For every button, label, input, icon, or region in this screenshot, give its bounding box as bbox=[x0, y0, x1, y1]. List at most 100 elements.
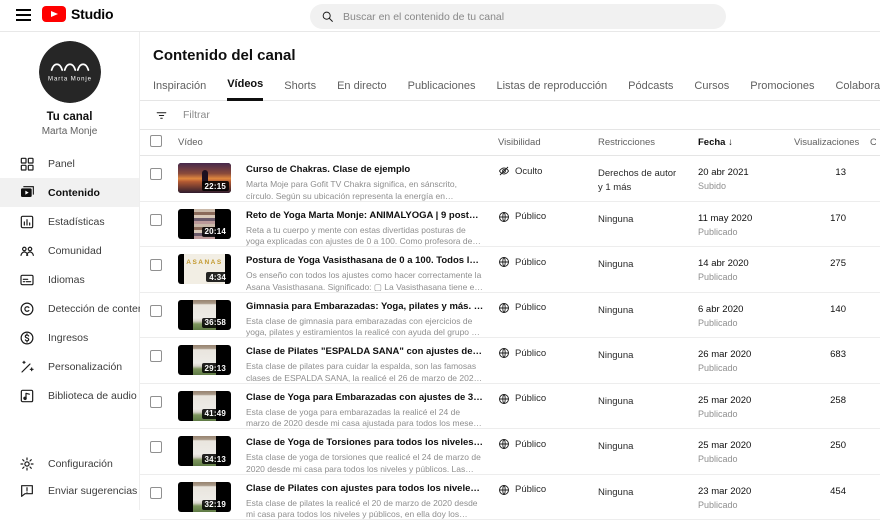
sidebar-item-ingresos[interactable]: Ingresos bbox=[0, 323, 139, 352]
globe-icon bbox=[498, 211, 510, 223]
select-all-checkbox[interactable] bbox=[150, 135, 162, 147]
video-description: Os enseño con todos los ajustes como hac… bbox=[246, 270, 484, 294]
search-bar[interactable] bbox=[310, 4, 726, 29]
sidebar-item-biblioteca-de-audio[interactable]: Biblioteca de audio bbox=[0, 381, 139, 410]
video-title[interactable]: Postura de Yoga Vasisthasana de 0 a 100.… bbox=[246, 255, 484, 266]
tab-inspiracion[interactable]: Inspiración bbox=[153, 80, 206, 100]
copyright-icon bbox=[19, 301, 35, 317]
row-checkbox[interactable] bbox=[150, 350, 162, 362]
video-thumbnail[interactable]: 20:14 bbox=[178, 209, 231, 239]
sidebar-item-contenido[interactable]: Contenido bbox=[0, 178, 139, 207]
video-thumbnail[interactable]: 36:58 bbox=[178, 300, 231, 330]
tab-cursos[interactable]: Cursos bbox=[694, 80, 729, 100]
video-duration: 22:15 bbox=[202, 181, 229, 191]
row-checkbox[interactable] bbox=[150, 305, 162, 317]
date-status: Subido bbox=[698, 181, 794, 191]
table-row[interactable]: ASANAS 4:34 Postura de Yoga Vasisthasana… bbox=[140, 247, 880, 293]
table-row[interactable]: 22:15 Curso de Chakras. Clase de ejemplo… bbox=[140, 156, 880, 202]
globe-icon bbox=[498, 302, 510, 314]
svg-text:Marta Monje: Marta Monje bbox=[47, 77, 91, 83]
filter-bar[interactable] bbox=[140, 101, 880, 130]
sidebar-item-estadisticas[interactable]: Estadísticas bbox=[0, 207, 139, 236]
video-thumbnail[interactable]: 34:13 bbox=[178, 436, 231, 466]
video-title[interactable]: Gimnasia para Embarazadas: Yoga, pilates… bbox=[246, 301, 484, 312]
table-row[interactable]: 20:14 Reto de Yoga Marta Monje: ANIMALYO… bbox=[140, 202, 880, 248]
date-value: 25 mar 2020 bbox=[698, 395, 794, 406]
tab-listas-de-reproduccion[interactable]: Listas de reproducción bbox=[496, 80, 607, 100]
sidebar-item-idiomas[interactable]: Idiomas bbox=[0, 265, 139, 294]
tab-publicaciones[interactable]: Publicaciones bbox=[408, 80, 476, 100]
video-title[interactable]: Clase de Yoga de Torsiones para todos lo… bbox=[246, 437, 484, 448]
date-status: Publicado bbox=[698, 454, 794, 464]
sidebar-item-panel[interactable]: Panel bbox=[0, 149, 139, 178]
video-title[interactable]: Curso de Chakras. Clase de ejemplo bbox=[246, 164, 484, 175]
channel-avatar[interactable]: Marta Monje bbox=[39, 41, 101, 103]
tab-promociones[interactable]: Promociones bbox=[750, 80, 814, 100]
globe-icon bbox=[498, 256, 510, 268]
column-video: Vídeo bbox=[178, 137, 498, 148]
video-thumbnail[interactable]: 29:13 bbox=[178, 345, 231, 375]
table-row[interactable]: 29:13 Clase de Pilates "ESPALDA SANA" co… bbox=[140, 338, 880, 384]
sidebar-item-enviar-sugerencias[interactable]: Enviar sugerencias bbox=[0, 477, 139, 504]
sidebar-item-configuracion[interactable]: Configuración bbox=[0, 450, 139, 477]
row-checkbox[interactable] bbox=[150, 396, 162, 408]
table-row[interactable]: 41:49 Clase de Yoga para Embarazadas con… bbox=[140, 384, 880, 430]
sidebar-item-personalizacion[interactable]: Personalización bbox=[0, 352, 139, 381]
gear-icon bbox=[19, 456, 35, 472]
date-cell: 26 mar 2020 Publicado bbox=[698, 338, 794, 373]
video-thumbnail[interactable]: ASANAS 4:34 bbox=[178, 254, 231, 284]
video-thumbnail[interactable]: 32:19 bbox=[178, 482, 231, 512]
row-checkbox[interactable] bbox=[150, 214, 162, 226]
video-title[interactable]: Clase de Pilates "ESPALDA SANA" con ajus… bbox=[246, 346, 484, 357]
search-icon bbox=[321, 10, 334, 23]
thumbnail-text: ASANAS bbox=[178, 259, 231, 266]
table-row[interactable]: 34:13 Clase de Yoga de Torsiones para to… bbox=[140, 429, 880, 475]
tab-en-directo[interactable]: En directo bbox=[337, 80, 387, 100]
tab-podcasts[interactable]: Pódcasts bbox=[628, 80, 673, 100]
table-row[interactable]: 32:19 Clase de Pilates con ajustes para … bbox=[140, 475, 880, 521]
video-description: Esta clase de yoga para embarazadas la r… bbox=[246, 407, 484, 431]
video-description: Esta clase de pilates la realicé el 20 d… bbox=[246, 498, 484, 521]
views-count: 258 bbox=[794, 384, 870, 406]
filter-input[interactable] bbox=[183, 109, 483, 121]
video-description: Esta clase de gimnasia para embarazadas … bbox=[246, 316, 484, 340]
audio-library-icon bbox=[19, 388, 35, 404]
channel-profile[interactable]: Marta Monje Tu canal Marta Monje bbox=[0, 32, 139, 137]
sidebar-item-label: Estadísticas bbox=[48, 216, 105, 228]
row-checkbox[interactable] bbox=[150, 441, 162, 453]
globe-icon bbox=[498, 438, 510, 450]
video-thumbnail[interactable]: 41:49 bbox=[178, 391, 231, 421]
column-date-sort[interactable]: Fecha ↓ bbox=[698, 137, 794, 148]
visibility-label: Público bbox=[515, 348, 546, 359]
video-description: Esta clase de yoga de torsiones que real… bbox=[246, 452, 484, 476]
filter-icon bbox=[155, 109, 168, 122]
tab-colaboraciones[interactable]: Colaboraciones bbox=[835, 80, 880, 100]
brand-text: Studio bbox=[71, 6, 113, 22]
video-thumbnail[interactable]: 22:15 bbox=[178, 163, 231, 193]
sidebar-item-label: Comunidad bbox=[48, 245, 102, 257]
row-checkbox[interactable] bbox=[150, 168, 162, 180]
row-checkbox[interactable] bbox=[150, 487, 162, 499]
date-value: 6 abr 2020 bbox=[698, 304, 794, 315]
video-title[interactable]: Reto de Yoga Marta Monje: ANIMALYOGA | 9… bbox=[246, 210, 484, 221]
video-duration: 34:13 bbox=[202, 454, 229, 464]
visibility-label: Público bbox=[515, 484, 546, 495]
youtube-studio-logo[interactable]: Studio bbox=[42, 6, 113, 22]
sidebar-item-comunidad[interactable]: Comunidad bbox=[0, 236, 139, 265]
table-row[interactable]: 36:58 Gimnasia para Embarazadas: Yoga, p… bbox=[140, 293, 880, 339]
menu-icon[interactable] bbox=[16, 9, 31, 22]
restrictions-label: Ninguna bbox=[598, 475, 698, 500]
row-checkbox[interactable] bbox=[150, 259, 162, 271]
search-input[interactable] bbox=[343, 11, 673, 23]
restrictions-label: Ninguna bbox=[598, 247, 698, 272]
video-title[interactable]: Clase de Yoga para Embarazadas con ajust… bbox=[246, 392, 484, 403]
visibility-label: Público bbox=[515, 211, 546, 222]
subtitles-icon bbox=[19, 272, 35, 288]
date-value: 11 may 2020 bbox=[698, 213, 794, 224]
video-title[interactable]: Clase de Pilates con ajustes para todos … bbox=[246, 483, 484, 494]
date-cell: 23 mar 2020 Publicado bbox=[698, 475, 794, 510]
sidebar-item-deteccion-de-contenido[interactable]: Detección de contenido bbox=[0, 294, 139, 323]
date-value: 26 mar 2020 bbox=[698, 349, 794, 360]
tab-shorts[interactable]: Shorts bbox=[284, 80, 316, 100]
tab-videos[interactable]: Vídeos bbox=[227, 78, 263, 101]
